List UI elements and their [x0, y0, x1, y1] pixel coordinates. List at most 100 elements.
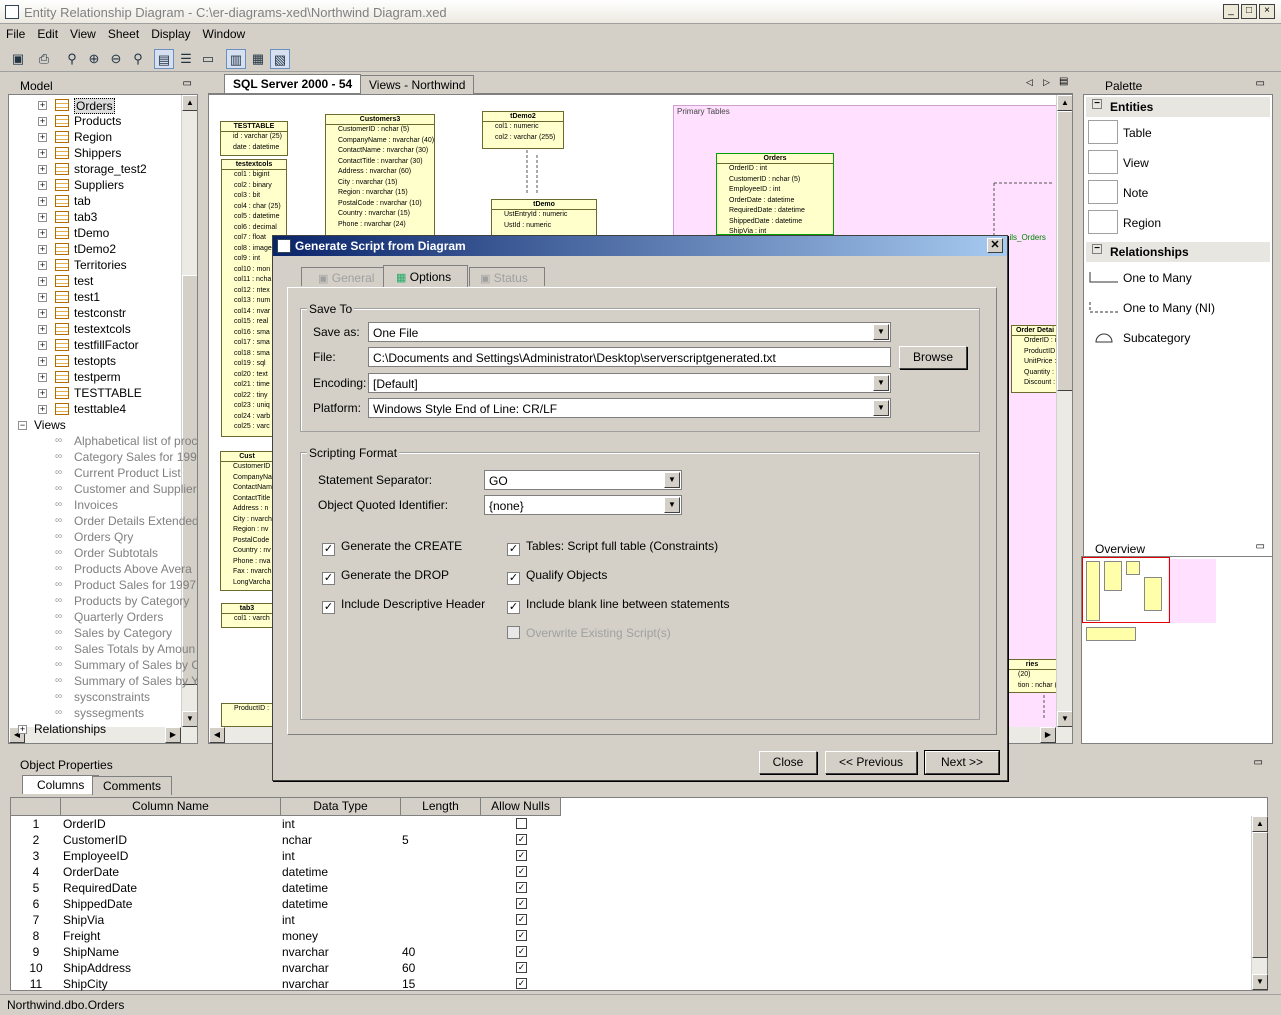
grid-icon[interactable]: ▦: [248, 49, 268, 69]
scroll-up-arrow[interactable]: ▲: [1252, 816, 1268, 832]
table-row[interactable]: 9 ShipName nvarchar 40 ✓: [11, 944, 563, 960]
entity-cust[interactable]: Cust CustomerID CompanyNa ContactNam Contact…: [220, 451, 274, 591]
display-full-icon[interactable]: ▤: [154, 49, 174, 69]
note-tool-icon[interactable]: [1088, 180, 1118, 204]
table-row[interactable]: 5 RequiredDate datetime ✓: [11, 880, 563, 896]
header-column-name[interactable]: Column Name: [61, 798, 281, 816]
tab-next-icon[interactable]: ▷: [1043, 77, 1050, 88]
expand-icon[interactable]: +: [38, 405, 47, 414]
checkbox-mark[interactable]: ✓: [507, 543, 520, 556]
palette-table[interactable]: Table: [1123, 126, 1152, 140]
table-row[interactable]: 4 OrderDate datetime ✓: [11, 864, 563, 880]
expand-icon[interactable]: +: [38, 389, 47, 398]
layout-icon[interactable]: ▥: [226, 49, 246, 69]
quoted-identifier-combo[interactable]: {none} ▼: [484, 495, 682, 515]
tab-prev-icon[interactable]: ◁: [1026, 77, 1033, 88]
tab-views-northwind[interactable]: Views - Northwind: [360, 75, 475, 94]
diagram-vertical-scrollbar[interactable]: ▲ ▼: [1056, 95, 1072, 727]
expand-icon[interactable]: +: [38, 133, 47, 142]
tab-columns[interactable]: Columns: [22, 775, 100, 794]
allow-nulls-checkbox[interactable]: ✓: [516, 850, 527, 861]
expand-icon[interactable]: +: [38, 165, 47, 174]
restore-icon[interactable]: ▭: [1256, 541, 1265, 552]
palette-subcategory[interactable]: Subcategory: [1123, 331, 1190, 345]
palette-relationships-header[interactable]: − Relationships: [1086, 242, 1270, 262]
scroll-left-arrow[interactable]: ◀: [209, 727, 225, 743]
palette-one-to-many[interactable]: One to Many: [1123, 271, 1192, 285]
data-type-cell[interactable]: money: [282, 929, 318, 943]
palette-region[interactable]: Region: [1123, 216, 1161, 230]
data-type-cell[interactable]: nvarchar: [282, 945, 329, 959]
overview-icon[interactable]: ▧: [270, 49, 290, 69]
tab-comments[interactable]: Comments: [92, 776, 173, 795]
next-button[interactable]: Next >>: [924, 750, 1000, 775]
data-type-cell[interactable]: nvarchar: [282, 961, 329, 975]
separator-combo[interactable]: GO ▼: [484, 470, 682, 490]
collapse-icon[interactable]: −: [1092, 244, 1102, 254]
table-row[interactable]: 2 CustomerID nchar 5 ✓: [11, 832, 563, 848]
collapse-icon[interactable]: +: [18, 725, 27, 734]
length-cell[interactable]: 40: [402, 945, 415, 959]
menu-file[interactable]: File: [0, 24, 31, 41]
save-icon[interactable]: ▣: [8, 49, 28, 69]
expand-icon[interactable]: +: [38, 245, 47, 254]
menu-sheet[interactable]: Sheet: [102, 24, 145, 41]
palette-one-to-many-ni[interactable]: One to Many (NI): [1123, 301, 1215, 315]
entity-order-details[interactable]: Order Detai OrderID : int ProductID : i Uni…: [1011, 325, 1059, 393]
expand-icon[interactable]: +: [38, 341, 47, 350]
header-data-type[interactable]: Data Type: [281, 798, 401, 816]
palette-entities-header[interactable]: − Entities: [1086, 97, 1270, 117]
table-row[interactable]: 6 ShippedDate datetime ✓: [11, 896, 563, 912]
expand-icon[interactable]: +: [38, 181, 47, 190]
collapse-icon[interactable]: −: [1092, 99, 1102, 109]
entity-testtable[interactable]: TESTTABLE id : varchar (25) date : datetim…: [220, 121, 288, 156]
close-button[interactable]: Close: [759, 751, 817, 774]
expand-icon[interactable]: +: [38, 357, 47, 366]
dropdown-arrow-icon[interactable]: ▼: [873, 375, 889, 391]
scroll-down-arrow[interactable]: ▼: [182, 711, 197, 727]
entity-partial-ries[interactable]: ries (20) tion : nchar (1: [1005, 659, 1059, 693]
column-name-cell[interactable]: EmployeeID: [63, 849, 128, 863]
column-name-cell[interactable]: CustomerID: [63, 833, 127, 847]
descriptive-header-checkbox[interactable]: ✓ Include Descriptive Header: [322, 597, 485, 614]
collapse-icon[interactable]: −: [18, 421, 27, 430]
generate-create-checkbox[interactable]: ✓ Generate the CREATE: [322, 539, 462, 556]
column-name-cell[interactable]: ShippedDate: [63, 897, 132, 911]
platform-combo[interactable]: Windows Style End of Line: CR/LF ▼: [368, 398, 891, 418]
column-name-cell[interactable]: OrderID: [63, 817, 106, 831]
menu-display[interactable]: Display: [145, 24, 196, 41]
scroll-right-arrow[interactable]: ▶: [1040, 727, 1056, 743]
overview-panel[interactable]: [1081, 556, 1273, 744]
entity-customers3[interactable]: Customers3 CustomerID : nchar (5) CompanyN…: [325, 114, 435, 239]
tree-vertical-scrollbar[interactable]: ▲ ▼: [181, 95, 197, 727]
tab-general[interactable]: ▣ General: [301, 267, 392, 286]
dropdown-arrow-icon[interactable]: ▼: [664, 472, 680, 488]
scroll-thumb[interactable]: [1057, 111, 1072, 391]
expand-icon[interactable]: +: [38, 213, 47, 222]
expand-icon[interactable]: +: [38, 277, 47, 286]
table-row[interactable]: 10 ShipAddress nvarchar 60 ✓: [11, 960, 563, 976]
expand-icon[interactable]: +: [38, 101, 47, 110]
restore-icon[interactable]: ▭: [1254, 757, 1263, 768]
scroll-down-arrow[interactable]: ▼: [1057, 711, 1072, 727]
tab-status[interactable]: ▣ Status: [469, 267, 545, 286]
column-name-cell[interactable]: ShipAddress: [63, 961, 131, 975]
data-type-cell[interactable]: int: [282, 849, 295, 863]
table-row[interactable]: 11 ShipCity nvarchar 15 ✓: [11, 976, 563, 992]
tab-sql-server[interactable]: SQL Server 2000 - 54: [224, 74, 362, 93]
maximize-button[interactable]: □: [1241, 4, 1257, 19]
script-full-table-checkbox[interactable]: ✓ Tables: Script full table (Constraints): [507, 539, 718, 556]
column-name-cell[interactable]: OrderDate: [63, 865, 119, 879]
allow-nulls-checkbox[interactable]: ✓: [516, 914, 527, 925]
checkbox-mark[interactable]: ✓: [507, 601, 520, 614]
scroll-thumb[interactable]: [182, 275, 197, 685]
data-type-cell[interactable]: int: [282, 913, 295, 927]
zoom-in-icon[interactable]: ⊕: [84, 49, 104, 69]
column-name-cell[interactable]: ShipName: [63, 945, 119, 959]
tab-options[interactable]: ▦ Options: [383, 265, 469, 287]
close-window-button[interactable]: ×: [1259, 4, 1275, 19]
checkbox-mark[interactable]: ✓: [322, 543, 335, 556]
header-length[interactable]: Length: [401, 798, 481, 816]
table-row[interactable]: 7 ShipVia int ✓: [11, 912, 563, 928]
expand-icon[interactable]: +: [38, 261, 47, 270]
